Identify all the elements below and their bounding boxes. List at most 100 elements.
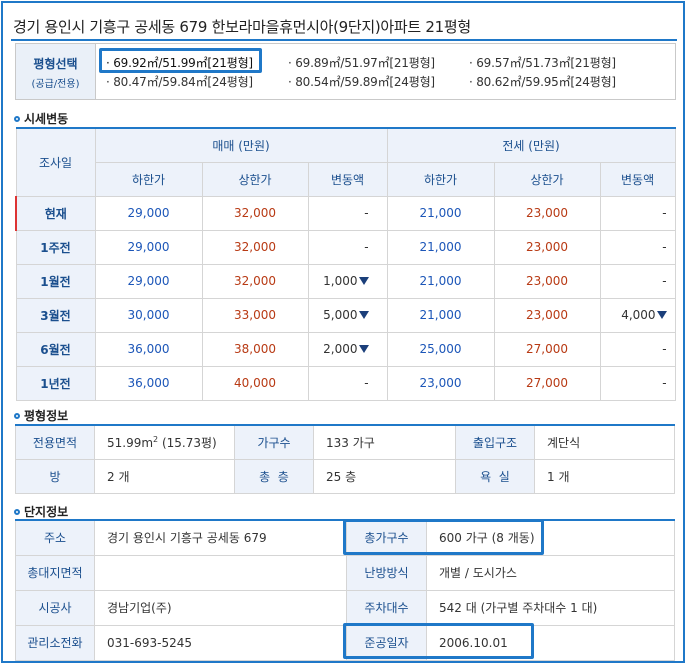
address-label: 주소: [15, 519, 95, 556]
row-date: 1주전: [15, 229, 96, 265]
sale-change: 5,000: [307, 297, 388, 333]
jeonse-change-value: -: [662, 376, 667, 390]
sale-high: 32,000: [201, 195, 309, 231]
size-option-6[interactable]: · 80.62㎡/59.95㎡[24평형]: [469, 73, 616, 90]
row-date: 1월전: [15, 263, 96, 299]
heating-value: 개별 / 도시가스: [426, 554, 675, 591]
size-info-title: 평형정보: [24, 409, 69, 423]
table-row: 현재 29,000 32,000 - 21,000 23,000 -: [15, 195, 676, 231]
jeonse-low-header: 하한가: [386, 161, 495, 197]
complex-info-heading: 단지정보: [14, 503, 68, 520]
jeonse-change-value: -: [662, 342, 667, 356]
size-option-2[interactable]: · 69.89㎡/51.97㎡[21평형]: [288, 54, 435, 71]
table-row: 1월전 29,000 32,000 1,000 21,000 23,000 -: [15, 263, 676, 299]
address-value: 경기 용인시 기흥구 공세동 679: [94, 519, 347, 556]
sale-low: 30,000: [94, 297, 203, 333]
heating-label: 난방방식: [346, 554, 427, 591]
down-triangle-icon: [656, 311, 667, 319]
bath-value: 1 개: [534, 458, 675, 494]
office-phone-label: 관리소전화: [15, 624, 95, 661]
sale-high: 32,000: [201, 263, 309, 299]
sale-low: 36,000: [94, 365, 203, 401]
down-triangle-icon: [358, 311, 369, 319]
jeonse-change-value: -: [662, 274, 667, 288]
sale-high: 33,000: [201, 297, 309, 333]
table-row: 1년전 36,000 40,000 - 23,000 27,000 -: [15, 365, 676, 401]
sale-change-value: -: [364, 376, 369, 390]
size-option-4[interactable]: · 80.47㎡/59.84㎡[24평형]: [106, 73, 253, 90]
land-area-label: 총대지면적: [15, 554, 95, 591]
sale-change: -: [307, 229, 388, 265]
sale-change: -: [307, 365, 388, 401]
households-value: 133 가구: [313, 424, 456, 460]
jeonse-low: 21,000: [386, 297, 495, 333]
sale-change-value: 2,000: [323, 342, 358, 356]
size-info-table: 전용면적 51.99m2 (15.73평) 가구수 133 가구 출입구조 계단…: [15, 424, 675, 494]
total-households-highlight: [343, 519, 544, 555]
area-number: 51.99m: [107, 435, 154, 450]
table-row: 방 2 개 총 층 25 층 욕 실 1 개: [15, 458, 675, 494]
price-table: 조사일 매매 (만원) 전세 (만원) 하한가 상한가 변동액 하한가 상한가 …: [15, 127, 676, 401]
title-rule: [11, 39, 677, 41]
jeonse-change: -: [599, 229, 676, 265]
land-area-value: [94, 554, 347, 591]
jeonse-low: 23,000: [386, 365, 495, 401]
jeonse-change: -: [599, 263, 676, 299]
row-date: 3월전: [15, 297, 96, 333]
sale-high: 40,000: [201, 365, 309, 401]
bullet-icon: [14, 509, 20, 515]
jeonse-high: 23,000: [493, 263, 601, 299]
jeonse-change: 4,000: [599, 297, 676, 333]
jeonse-high: 27,000: [493, 365, 601, 401]
jeonse-change-value: 4,000: [621, 308, 656, 322]
table-row: 6월전 36,000 38,000 2,000 25,000 27,000 -: [15, 331, 676, 367]
bullet-icon: [14, 413, 20, 419]
down-triangle-icon: [358, 345, 369, 353]
jeonse-high: 23,000: [493, 297, 601, 333]
area-label: 전용면적: [15, 424, 95, 460]
selected-size-highlight: [99, 48, 262, 73]
size-option-3[interactable]: · 69.57㎡/51.73㎡[21평형]: [469, 54, 616, 71]
jeonse-high: 23,000: [493, 195, 601, 231]
sale-high: 32,000: [201, 229, 309, 265]
bullet-icon: [14, 116, 20, 122]
size-info-heading: 평형정보: [14, 407, 68, 424]
rooms-value: 2 개: [94, 458, 235, 494]
size-option-5[interactable]: · 80.54㎡/59.89㎡[24평형]: [288, 73, 435, 90]
jeonse-change: -: [599, 331, 676, 367]
size-selector-label: 평형선택 (공급/전용): [16, 44, 96, 99]
page-frame: 경기 용인시 기흥구 공세동 679 한보라마을휴먼시아(9단지)아파트 21평…: [1, 1, 685, 663]
size-selector-title: 평형선택: [33, 57, 78, 71]
table-row: 전용면적 51.99m2 (15.73평) 가구수 133 가구 출입구조 계단…: [15, 424, 675, 460]
builder-value: 경남기업(주): [94, 589, 347, 626]
table-row: 시공사 경남기업(주) 주차대수 542 대 (가구별 주차대수 1 대): [15, 589, 675, 626]
jeonse-high: 23,000: [493, 229, 601, 265]
parking-value: 542 대 (가구별 주차대수 1 대): [426, 589, 675, 626]
floors-value: 25 층: [313, 458, 456, 494]
parking-label: 주차대수: [346, 589, 427, 626]
entrance-label: 출입구조: [455, 424, 535, 460]
sale-low: 29,000: [94, 263, 203, 299]
complex-info-title: 단지정보: [24, 505, 69, 519]
jeonse-change: -: [599, 365, 676, 401]
sale-change: -: [307, 195, 388, 231]
floors-label: 총 층: [234, 458, 314, 494]
sale-change: 2,000: [307, 331, 388, 367]
sale-change-header: 변동액: [307, 161, 388, 197]
row-date: 6월전: [15, 331, 96, 367]
sale-high-header: 상한가: [201, 161, 309, 197]
area-value: 51.99m2 (15.73평): [94, 424, 235, 460]
jeonse-change-value: -: [662, 240, 667, 254]
jeonse-change: -: [599, 195, 676, 231]
table-row: 3월전 30,000 33,000 5,000 21,000 23,000 4,…: [15, 297, 676, 333]
table-row: 총대지면적 난방방식 개별 / 도시가스: [15, 554, 675, 591]
sale-group-header: 매매 (만원): [94, 127, 388, 163]
price-section-title: 시세변동: [24, 112, 69, 126]
sale-change-value: -: [364, 206, 369, 220]
jeonse-change-value: -: [662, 206, 667, 220]
area-pyeong: (15.73평): [158, 435, 217, 450]
sale-change: 1,000: [307, 263, 388, 299]
row-date: 현재: [15, 195, 96, 231]
jeonse-low: 25,000: [386, 331, 495, 367]
jeonse-high: 27,000: [493, 331, 601, 367]
